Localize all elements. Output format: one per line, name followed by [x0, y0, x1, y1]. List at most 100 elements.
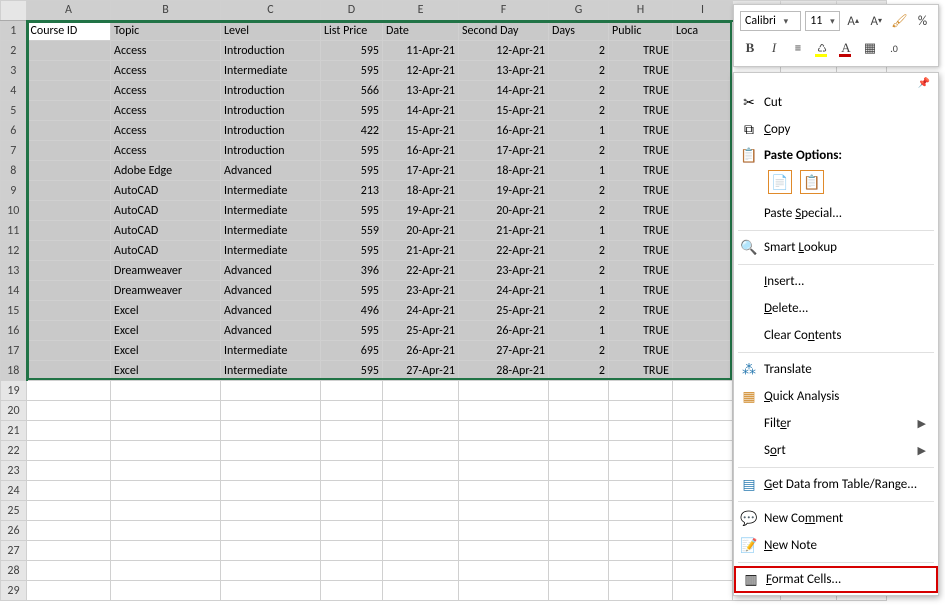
cell[interactable]: Introduction [221, 101, 321, 121]
cell[interactable]: Excel [111, 341, 221, 361]
row-header[interactable]: 8 [1, 161, 27, 181]
cell[interactable] [609, 481, 673, 501]
cell[interactable]: Introduction [221, 141, 321, 161]
cell[interactable]: 19-Apr-21 [459, 181, 549, 201]
cell[interactable] [609, 561, 673, 581]
cell[interactable] [609, 381, 673, 401]
row-header[interactable]: 22 [1, 441, 27, 461]
cell[interactable] [673, 301, 733, 321]
cell[interactable]: Intermediate [221, 181, 321, 201]
cell[interactable] [459, 501, 549, 521]
fill-color-icon[interactable]: ♺ [812, 38, 832, 58]
decrease-font-icon[interactable]: A▾ [867, 11, 886, 31]
cell[interactable]: Introduction [221, 121, 321, 141]
font-name-combo[interactable]: Calibri ▾ [740, 11, 801, 31]
cell[interactable] [111, 461, 221, 481]
cell[interactable] [221, 481, 321, 501]
cell[interactable]: TRUE [609, 321, 673, 341]
cell[interactable] [383, 381, 459, 401]
menu-paste-special[interactable]: Paste Special... [734, 200, 938, 227]
cell[interactable]: Date [383, 21, 459, 41]
cell[interactable] [221, 441, 321, 461]
cell[interactable] [27, 61, 111, 81]
cell[interactable] [27, 521, 111, 541]
cell[interactable] [459, 561, 549, 581]
cell[interactable]: 13-Apr-21 [459, 61, 549, 81]
row-header[interactable]: 6 [1, 121, 27, 141]
cell[interactable]: 595 [321, 161, 383, 181]
column-header[interactable]: D [321, 1, 383, 21]
cell[interactable] [673, 61, 733, 81]
cell[interactable] [321, 401, 383, 421]
cell[interactable] [609, 401, 673, 421]
row-header[interactable]: 20 [1, 401, 27, 421]
paste-keep-source-icon[interactable]: 📄 [768, 170, 792, 194]
cell[interactable]: Advanced [221, 301, 321, 321]
cell[interactable]: Excel [111, 301, 221, 321]
cell[interactable] [673, 401, 733, 421]
bold-button[interactable]: B [740, 38, 760, 58]
cell[interactable]: TRUE [609, 281, 673, 301]
cell[interactable] [27, 141, 111, 161]
cell[interactable] [673, 361, 733, 381]
row-header[interactable]: 25 [1, 501, 27, 521]
cell[interactable]: 26-Apr-21 [383, 341, 459, 361]
cell[interactable] [321, 481, 383, 501]
cell[interactable]: AutoCAD [111, 241, 221, 261]
cell[interactable]: 22-Apr-21 [383, 261, 459, 281]
cell[interactable] [673, 201, 733, 221]
cell[interactable] [383, 421, 459, 441]
cell[interactable] [673, 421, 733, 441]
cell[interactable]: Introduction [221, 81, 321, 101]
cell[interactable] [221, 541, 321, 561]
cell[interactable]: TRUE [609, 201, 673, 221]
row-header[interactable]: 28 [1, 561, 27, 581]
cell[interactable]: TRUE [609, 121, 673, 141]
cell[interactable]: 559 [321, 221, 383, 241]
column-header[interactable]: H [609, 1, 673, 21]
cell[interactable]: Access [111, 141, 221, 161]
cell[interactable] [673, 501, 733, 521]
cell[interactable] [609, 461, 673, 481]
cell[interactable]: Advanced [221, 261, 321, 281]
cell[interactable]: TRUE [609, 361, 673, 381]
cell[interactable]: 2 [549, 241, 609, 261]
cell[interactable] [27, 561, 111, 581]
row-header[interactable]: 4 [1, 81, 27, 101]
cell[interactable]: 2 [549, 201, 609, 221]
menu-cut[interactable]: ✂ Cut [734, 89, 938, 116]
column-header[interactable]: C [221, 1, 321, 21]
cell[interactable] [673, 541, 733, 561]
cell[interactable]: 1 [549, 321, 609, 341]
column-header[interactable]: I [673, 1, 733, 21]
cell[interactable]: 2 [549, 341, 609, 361]
cell[interactable]: 17-Apr-21 [383, 161, 459, 181]
cell[interactable] [549, 481, 609, 501]
cell[interactable] [27, 361, 111, 381]
cell[interactable] [111, 381, 221, 401]
cell[interactable]: 2 [549, 61, 609, 81]
row-header[interactable]: 16 [1, 321, 27, 341]
cell[interactable] [321, 541, 383, 561]
cell[interactable]: AutoCAD [111, 221, 221, 241]
cell[interactable]: 2 [549, 101, 609, 121]
cell[interactable] [673, 221, 733, 241]
cell[interactable]: Access [111, 121, 221, 141]
cell[interactable]: Dreamweaver [111, 261, 221, 281]
increase-font-icon[interactable]: A▴ [844, 11, 863, 31]
percent-icon[interactable]: % [913, 11, 932, 31]
cell[interactable] [27, 241, 111, 261]
cell[interactable] [111, 521, 221, 541]
row-header[interactable]: 15 [1, 301, 27, 321]
cell[interactable]: TRUE [609, 301, 673, 321]
cell[interactable]: TRUE [609, 341, 673, 361]
cell[interactable]: 2 [549, 81, 609, 101]
cell[interactable]: 14-Apr-21 [383, 101, 459, 121]
cell[interactable] [673, 141, 733, 161]
column-header[interactable]: A [27, 1, 111, 21]
row-header[interactable]: 23 [1, 461, 27, 481]
cell[interactable] [221, 461, 321, 481]
select-all-corner[interactable] [1, 1, 27, 21]
cell[interactable] [673, 121, 733, 141]
row-header[interactable]: 14 [1, 281, 27, 301]
